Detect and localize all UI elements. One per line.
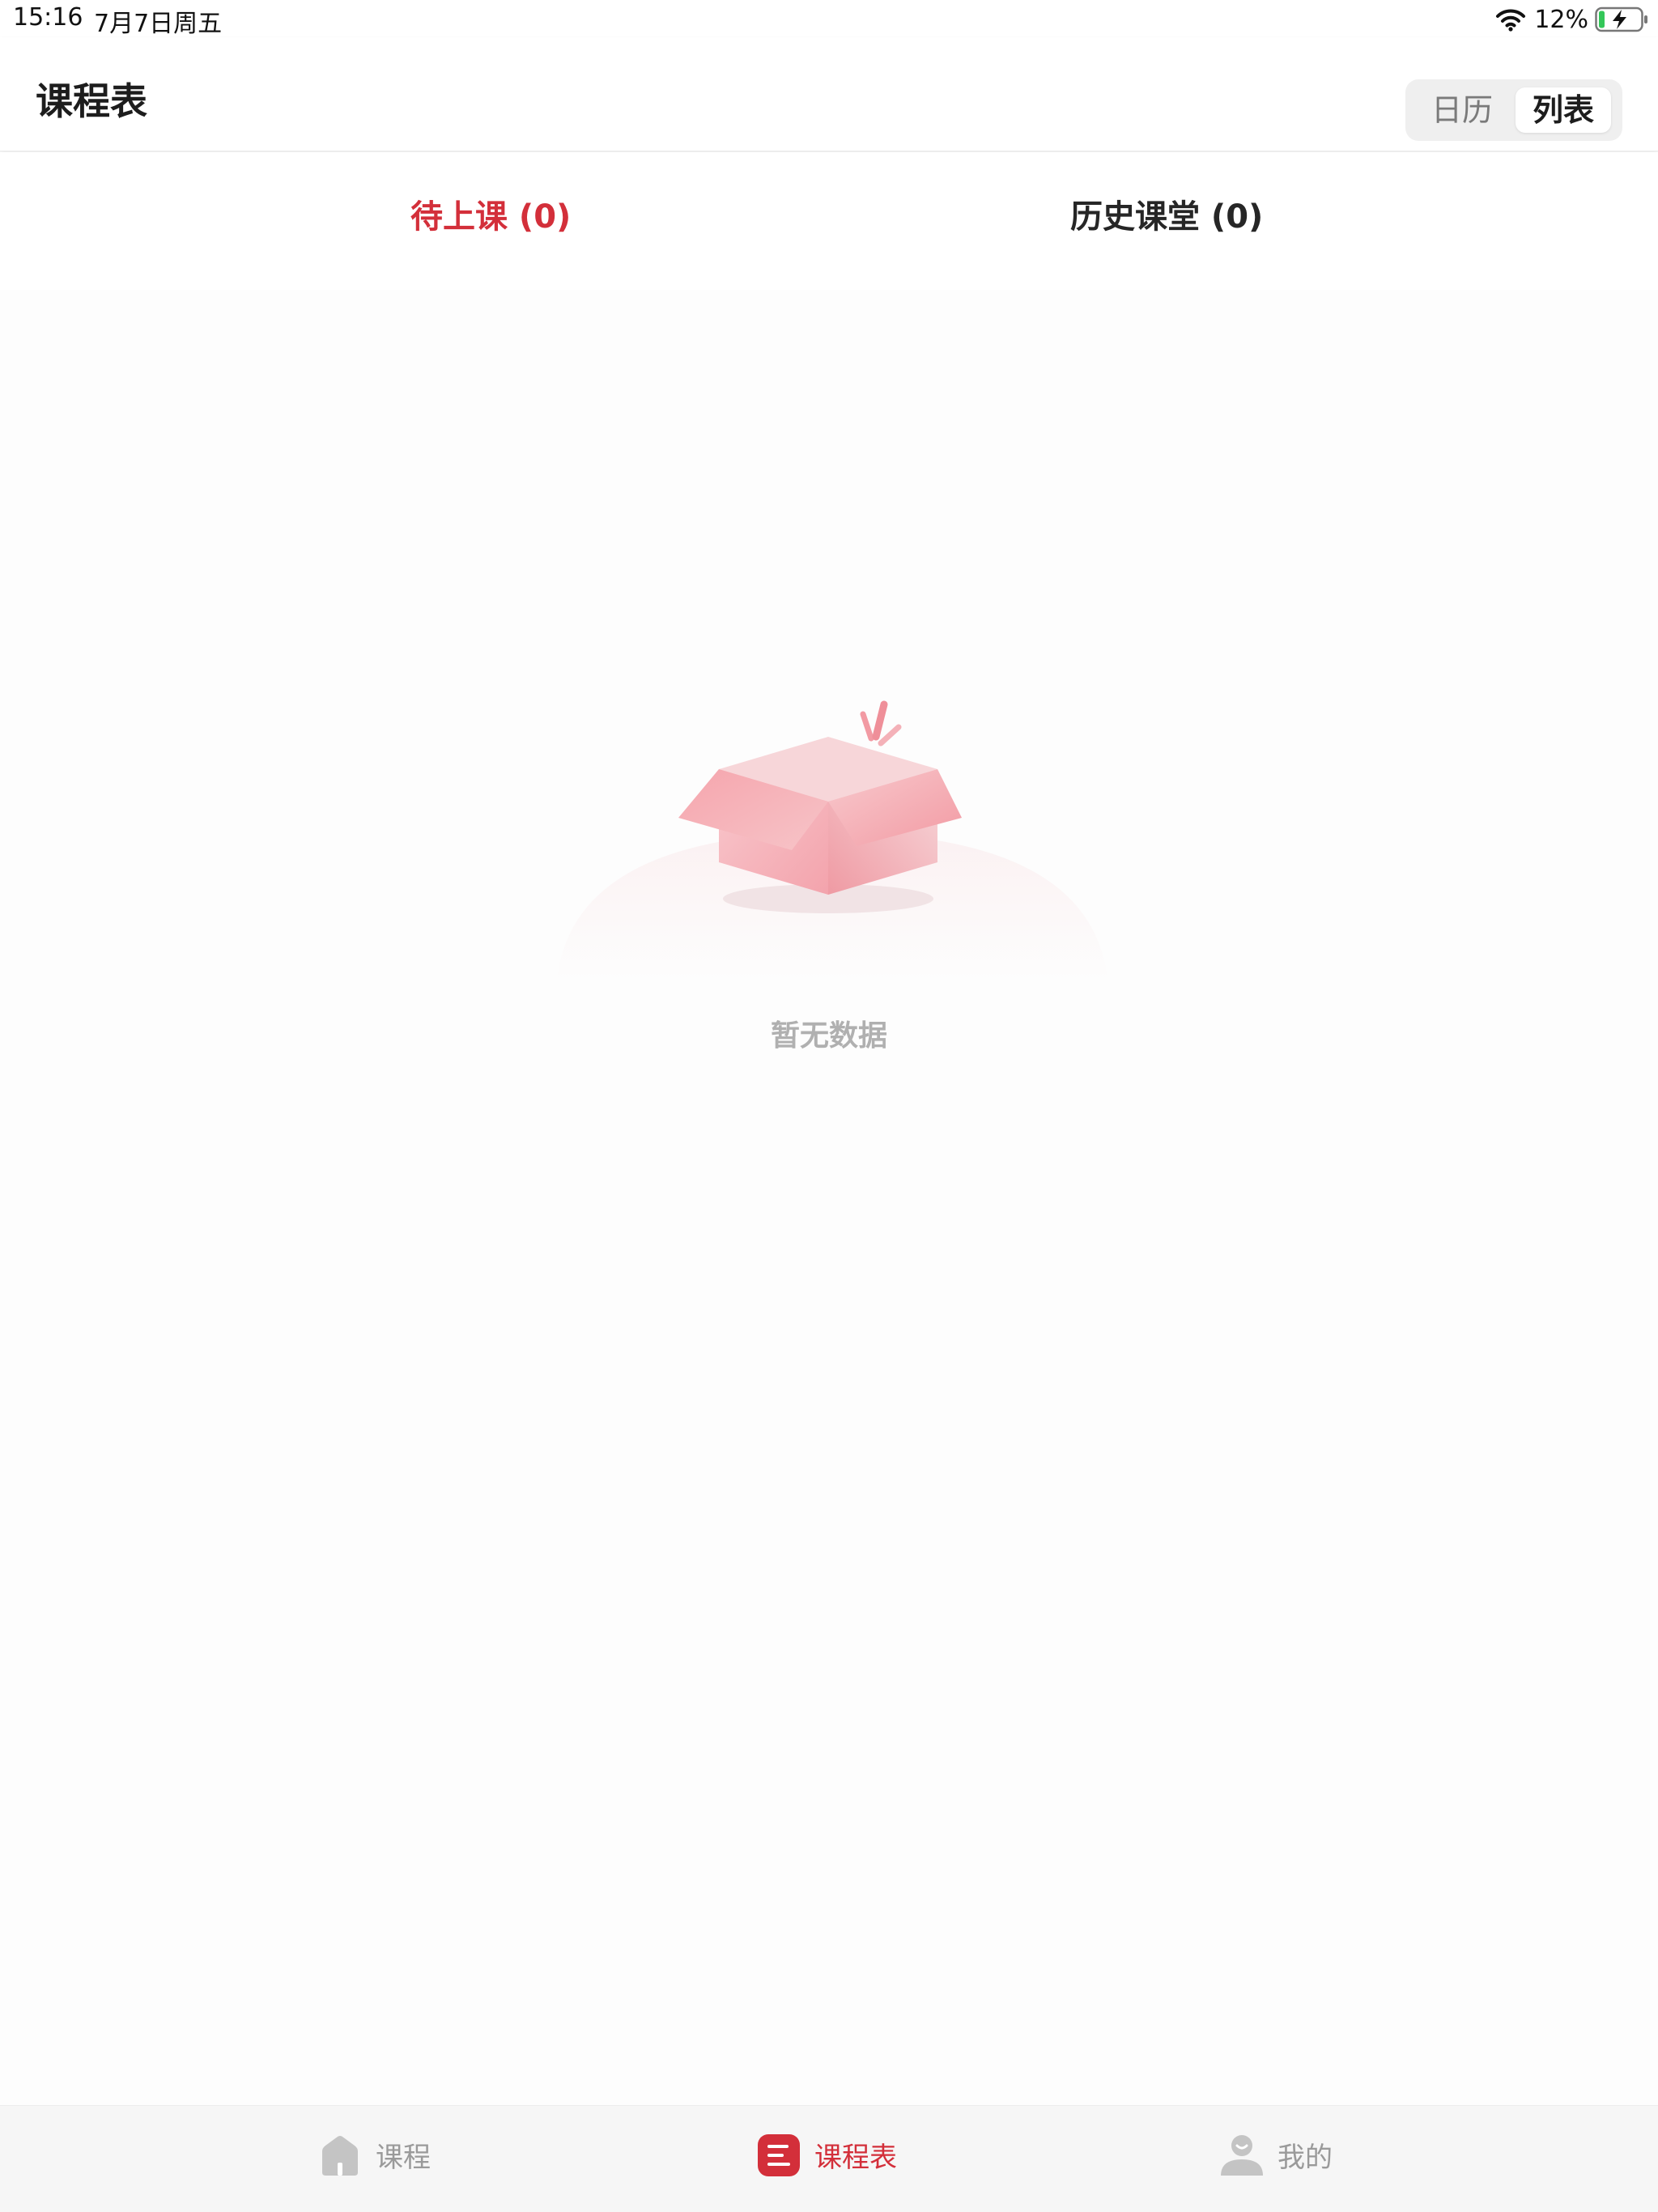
page-title: 课程表 (36, 79, 147, 123)
list-view-button[interactable]: 列表 (1516, 87, 1611, 133)
tab-upcoming-classes[interactable]: 待上课 (0) (410, 199, 571, 235)
app-root: 15:16 7月7日周五 12% 课程表 日历 列表 待上课 (0) 历史课堂 … (0, 0, 1658, 2212)
tab-bar-label-mine: 我的 (1278, 2141, 1333, 2174)
wifi-icon (1496, 9, 1526, 32)
class-tabs: 待上课 (0) 历史课堂 (0) (0, 152, 1658, 290)
tab-bar-label-course: 课程 (376, 2141, 431, 2174)
tab-history-classes[interactable]: 历史课堂 (0) (1070, 199, 1263, 235)
empty-box-icon (557, 700, 1107, 980)
tab-bar-item-mine[interactable]: 我的 (1219, 2130, 1333, 2179)
bottom-tab-bar: 课程 课程表 我的 (0, 2105, 1658, 2212)
user-icon (1221, 2135, 1263, 2176)
header-bar: 课程表 日历 列表 (0, 37, 1658, 151)
status-date: 7月7日周五 (94, 10, 223, 38)
tab-bar-item-schedule[interactable]: 课程表 (756, 2130, 897, 2179)
battery-percentage: 12% (1534, 5, 1588, 34)
status-time: 15:16 (13, 3, 83, 32)
home-icon (322, 2136, 358, 2176)
tab-bar-item-course[interactable]: 课程 (317, 2130, 431, 2179)
schedule-list-icon (758, 2134, 800, 2176)
battery-charging-icon (1595, 6, 1647, 32)
status-bar: 15:16 7月7日周五 12% (0, 0, 1658, 38)
view-toggle: 日历 列表 (1405, 79, 1622, 141)
status-indicators: 12% (1495, 3, 1648, 36)
tab-bar-label-schedule: 课程表 (814, 2141, 897, 2174)
calendar-view-button[interactable]: 日历 (1415, 87, 1509, 133)
empty-state-text: 暂无数据 (770, 1019, 887, 1053)
